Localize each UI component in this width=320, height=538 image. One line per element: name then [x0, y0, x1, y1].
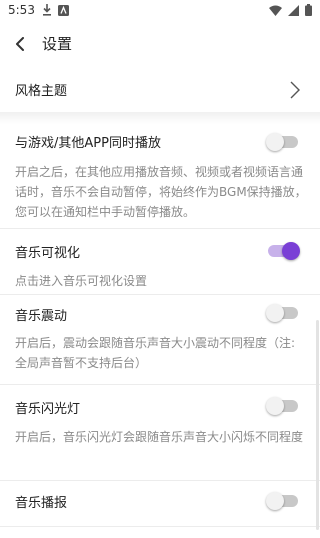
signal-icon [288, 4, 299, 16]
scrollbar[interactable] [316, 320, 319, 530]
setting-description: 开启后，音乐闪光灯会跟随音乐声音大小闪烁不同程度 [15, 430, 304, 444]
setting-music-flashlight[interactable]: 音乐闪光灯 开启后，音乐闪光灯会跟随音乐声音大小闪烁不同程度 [0, 385, 320, 479]
back-button[interactable] [10, 34, 30, 54]
setting-description: 开启后，震动会跟随音乐声音大小震动不同程度（注:全局声音暂不支持后台） [15, 336, 296, 370]
play-with-other-apps-toggle[interactable] [266, 133, 298, 151]
toggle-knob [266, 492, 284, 510]
music-visualization-toggle[interactable] [268, 242, 300, 260]
wifi-icon [269, 5, 282, 16]
toggle-knob [282, 242, 300, 260]
music-flashlight-toggle[interactable] [266, 397, 298, 415]
setting-description: 开启之后，在其他应用播放音频、视频或者视频语言通话时，音乐不会自动暂停，将始终作… [15, 165, 307, 219]
setting-music-vibration[interactable]: 音乐震动 开启后，震动会跟随音乐声音大小震动不同程度（注:全局声音暂不支持后台） [0, 295, 320, 383]
chevron-right-icon [290, 81, 300, 99]
setting-music-visualization[interactable]: 音乐可视化 点击进入音乐可视化设置 [0, 229, 320, 293]
back-arrow-icon [16, 37, 24, 51]
download-icon [43, 4, 51, 16]
toggle-knob [266, 133, 284, 151]
battery-icon [305, 4, 312, 16]
setting-title: 音乐可视化 [15, 246, 81, 261]
theme-setting-row[interactable]: 风格主题 [0, 68, 320, 112]
status-system-icons [269, 4, 312, 16]
setting-title: 音乐闪光灯 [15, 402, 81, 417]
music-broadcast-toggle[interactable] [266, 492, 298, 510]
toggle-knob [266, 397, 284, 415]
divider [0, 526, 320, 527]
status-bar: 5:53 [0, 0, 320, 20]
setting-description: 点击进入音乐可视化设置 [15, 274, 148, 288]
setting-title: 与游戏/其他APP同时播放 [15, 136, 161, 151]
section-separator [0, 112, 320, 124]
setting-title: 音乐震动 [15, 309, 68, 324]
setting-play-with-other-apps[interactable]: 与游戏/其他APP同时播放 开启之后，在其他应用播放音频、视频或者视频语言通话时… [0, 124, 320, 228]
theme-setting-label: 风格主题 [15, 84, 68, 99]
setting-music-broadcast[interactable]: 音乐播报 [0, 481, 320, 525]
page-title: 设置 [42, 35, 73, 53]
setting-title: 音乐播报 [15, 496, 68, 511]
app-bar: 设置 [0, 20, 320, 68]
music-vibration-toggle[interactable] [266, 304, 298, 322]
app-notification-icon [58, 4, 69, 16]
status-notification-icons [42, 4, 69, 16]
status-time: 5:53 [8, 3, 35, 17]
toggle-knob [266, 304, 284, 322]
